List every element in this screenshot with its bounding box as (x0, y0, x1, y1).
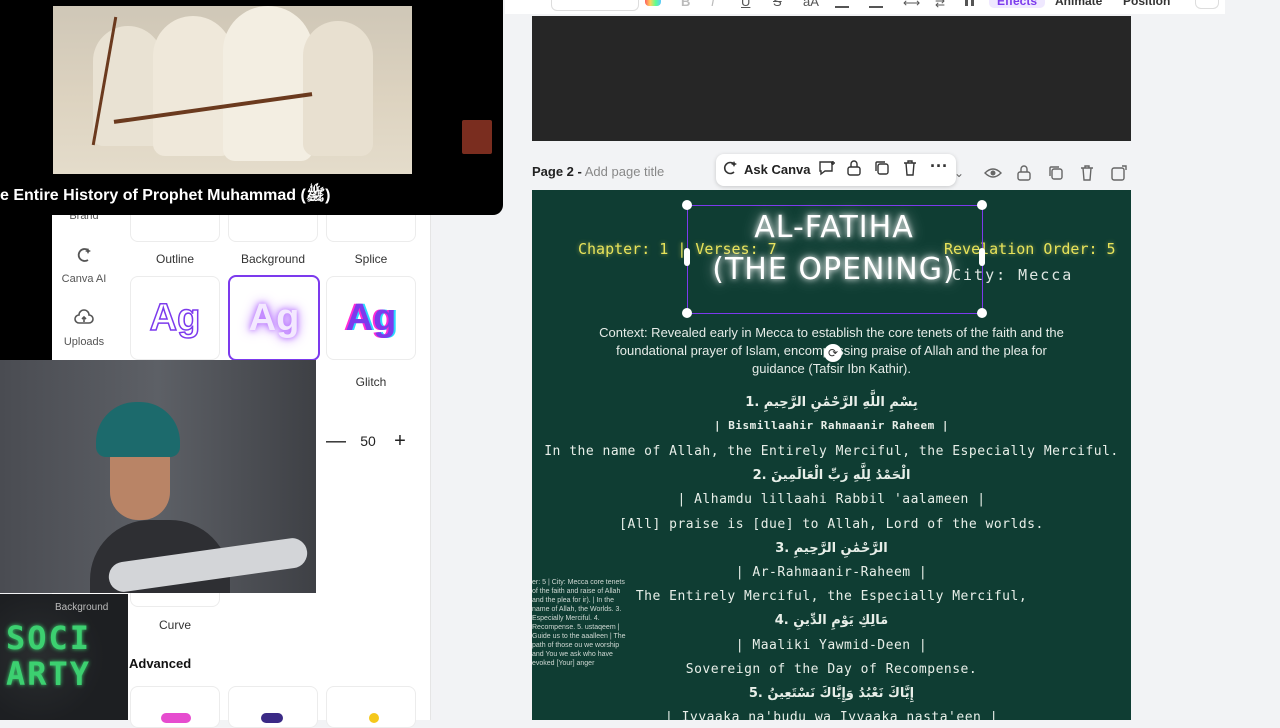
overlay-strip (0, 215, 52, 360)
effect-label-background: Background (240, 252, 306, 266)
sidebar-item-label: Uploads (63, 336, 105, 348)
align-icon[interactable] (835, 0, 849, 8)
title-line-2[interactable]: (THE OPENING) (687, 252, 981, 287)
top-toolbar: B I U S aA ⟷ ⇄ Effects Animate Position (505, 0, 1225, 14)
effect-card-glitch[interactable]: Ag (326, 276, 416, 360)
italic-icon[interactable]: I (711, 0, 715, 9)
verse-2-transliteration[interactable]: | Alhamdu lillaahi Rabbil 'aalameen | (532, 492, 1131, 507)
advanced-card-2[interactable] (228, 686, 318, 728)
underline-icon[interactable]: U (741, 0, 750, 9)
resize-handle[interactable] (682, 308, 692, 318)
text-color-icon[interactable] (645, 0, 661, 6)
duplicate-page-icon[interactable] (1048, 165, 1064, 186)
page-2-header: Page 2 - Add page title (532, 164, 712, 184)
transparency-icon[interactable] (965, 0, 977, 6)
effect-label-glitch: Glitch (355, 375, 387, 389)
decrease-button[interactable]: — (322, 426, 350, 456)
lock-page-icon[interactable] (1017, 165, 1031, 186)
ask-canva-button[interactable]: Ask Canva (744, 162, 810, 177)
hide-page-icon[interactable] (984, 165, 1002, 186)
page-2-canvas[interactable]: Chapter: 1 | Verses: 7 Revelation Order:… (532, 190, 1131, 720)
verse-3-arabic[interactable]: 3. الرَّحْمَٰنِ الرَّحِيمِ (532, 541, 1131, 556)
advanced-card-1[interactable] (130, 686, 220, 728)
more-options-button[interactable] (1195, 0, 1219, 9)
page-label: Page 2 - (532, 164, 582, 179)
resize-handle[interactable] (682, 200, 692, 210)
verse-2-translation[interactable]: [All] praise is [due] to Allah, Lord of … (532, 517, 1131, 532)
intensity-stepper[interactable]: — 50 + (320, 424, 416, 458)
page-title-input[interactable]: Add page title (585, 164, 665, 179)
verse-1-arabic[interactable]: 1. بِسْمِ اللَّهِ الرَّحْمَٰنِ الرَّحِيم… (532, 395, 1131, 410)
advanced-heading: Advanced (129, 656, 192, 671)
effect-card-1[interactable]: Ag (130, 276, 220, 360)
effect-label-outline: Outline (155, 252, 195, 266)
comment-icon[interactable] (818, 160, 836, 181)
advanced-card-3[interactable] (326, 686, 416, 728)
verse-5-arabic[interactable]: 5. إِيَّاكَ نَعْبُدُ وَإِيَّاكَ نَسْتَعِ… (532, 686, 1131, 701)
font-size-dropdown[interactable] (551, 0, 639, 11)
title-line-1[interactable]: AL-FATIHA (687, 210, 981, 245)
canva-ai-icon (52, 246, 116, 269)
cloud-upload-icon (52, 309, 116, 332)
more-icon[interactable]: ··· (930, 156, 948, 177)
video-thumbnail (53, 6, 412, 174)
effect-card-neon-selected[interactable]: Ag (228, 275, 320, 361)
effect-label-curve: Curve (158, 618, 191, 632)
verse-1-translation[interactable]: In the name of Allah, the Entirely Merci… (532, 444, 1131, 459)
resize-handle[interactable] (977, 200, 987, 210)
animate-button[interactable]: Animate (1055, 0, 1102, 8)
resize-handle[interactable] (977, 308, 987, 318)
verse-1-transliteration[interactable]: | Bismillaahir Rahmaanir Raheem | (532, 419, 1131, 432)
background-rail-label: Background (55, 602, 109, 613)
add-page-icon[interactable] (1111, 165, 1127, 186)
video-overlay: e Entire History of Prophet Muhammad (ﷺ) (0, 0, 503, 215)
spacing-icon[interactable]: ⟷ (903, 0, 920, 10)
channel-avatar (462, 120, 492, 154)
effect-sample-text: Ag (248, 297, 300, 339)
increase-button[interactable]: + (386, 426, 414, 456)
page-1-canvas[interactable] (532, 16, 1131, 141)
lock-icon[interactable] (847, 160, 861, 181)
vertical-text-icon[interactable]: ⇄ (935, 0, 945, 10)
webcam-overlay (0, 360, 316, 593)
sidebar-item-canva-ai[interactable]: Canva AI (52, 246, 116, 285)
effect-sample-text: Ag (149, 296, 201, 340)
position-button[interactable]: Position (1123, 0, 1170, 8)
logo-text: SOCI ARTY (6, 619, 92, 693)
effect-label-splice: Splice (354, 252, 388, 266)
duplicate-icon[interactable] (874, 160, 890, 181)
verse-2-arabic[interactable]: 2. الْحَمْدُ لِلَّهِ رَبِّ الْعَالَمِينَ (532, 468, 1131, 483)
list-icon[interactable] (869, 0, 883, 8)
effects-button[interactable]: Effects (989, 0, 1046, 8)
video-title: e Entire History of Prophet Muhammad (ﷺ) (0, 187, 331, 204)
letter-case-icon[interactable]: aA (803, 0, 819, 9)
overflow-text: er: 5 | City: Mecca core tenets of the f… (532, 579, 626, 667)
trash-icon[interactable] (903, 160, 917, 181)
delete-page-icon[interactable] (1080, 165, 1094, 186)
bold-icon[interactable]: B (681, 0, 690, 9)
element-toolbar: Ask Canva ··· (716, 154, 956, 186)
verse-5-transliteration[interactable]: | Iyyaaka na'budu wa Iyyaaka nasta'een | (532, 710, 1131, 720)
sidebar-item-uploads[interactable]: Uploads (52, 309, 116, 348)
stepper-value[interactable]: 50 (348, 424, 388, 458)
effect-sample-text: Ag (345, 297, 397, 339)
channel-logo: SOCI ARTY Background (0, 594, 128, 720)
ask-canva-icon[interactable] (722, 160, 738, 181)
strikethrough-icon[interactable]: S (773, 0, 782, 9)
rotate-icon[interactable]: ⟳ (824, 344, 842, 362)
sidebar-item-label: Canva AI (61, 273, 107, 285)
